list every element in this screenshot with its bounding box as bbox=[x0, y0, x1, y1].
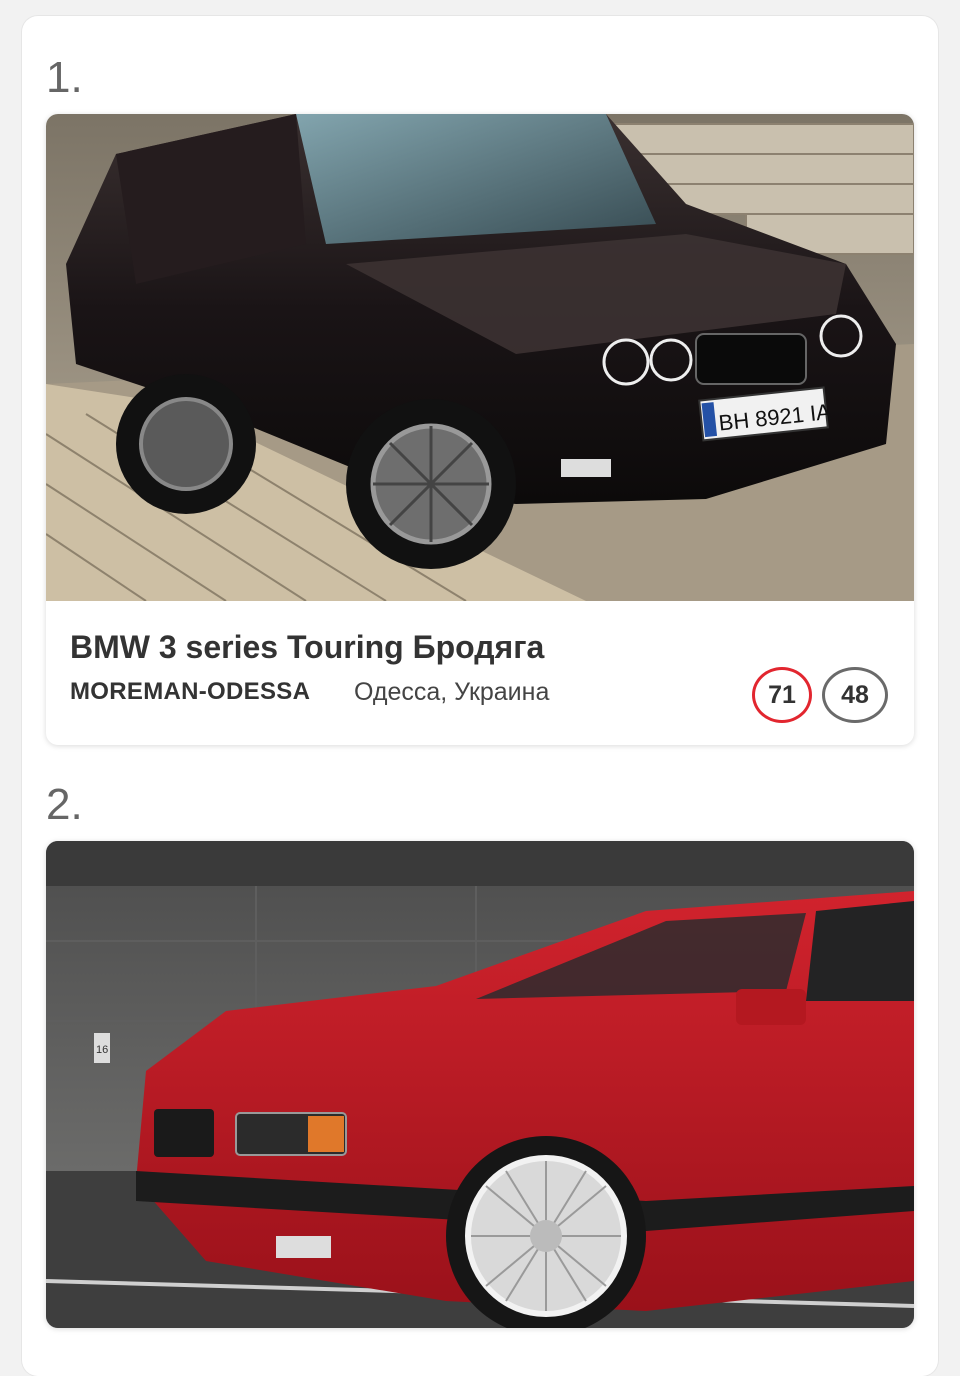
car-photo[interactable]: BH 8921 IA bbox=[46, 114, 914, 601]
car-photo[interactable]: 16 bbox=[46, 841, 914, 1328]
rating-badge-red[interactable]: 71 bbox=[752, 667, 812, 723]
card-meta: BMW 3 series Touring Бродяга MOREMAN-ODE… bbox=[46, 601, 914, 745]
car-title[interactable]: BMW 3 series Touring Бродяга bbox=[70, 629, 544, 666]
location-text: Одесса, Украина bbox=[354, 678, 550, 706]
car-card[interactable]: 16 bbox=[46, 841, 914, 1328]
rank-number: 1. bbox=[46, 53, 83, 102]
rank-number: 2. bbox=[46, 780, 83, 829]
author-name[interactable]: MOREMAN-ODESSA bbox=[70, 678, 310, 706]
car-card[interactable]: BH 8921 IA BMW 3 series Touring Бродяга … bbox=[46, 114, 914, 745]
count-badge-grey[interactable]: 48 bbox=[822, 667, 888, 723]
wall-marker-text: 16 bbox=[96, 1044, 108, 1056]
